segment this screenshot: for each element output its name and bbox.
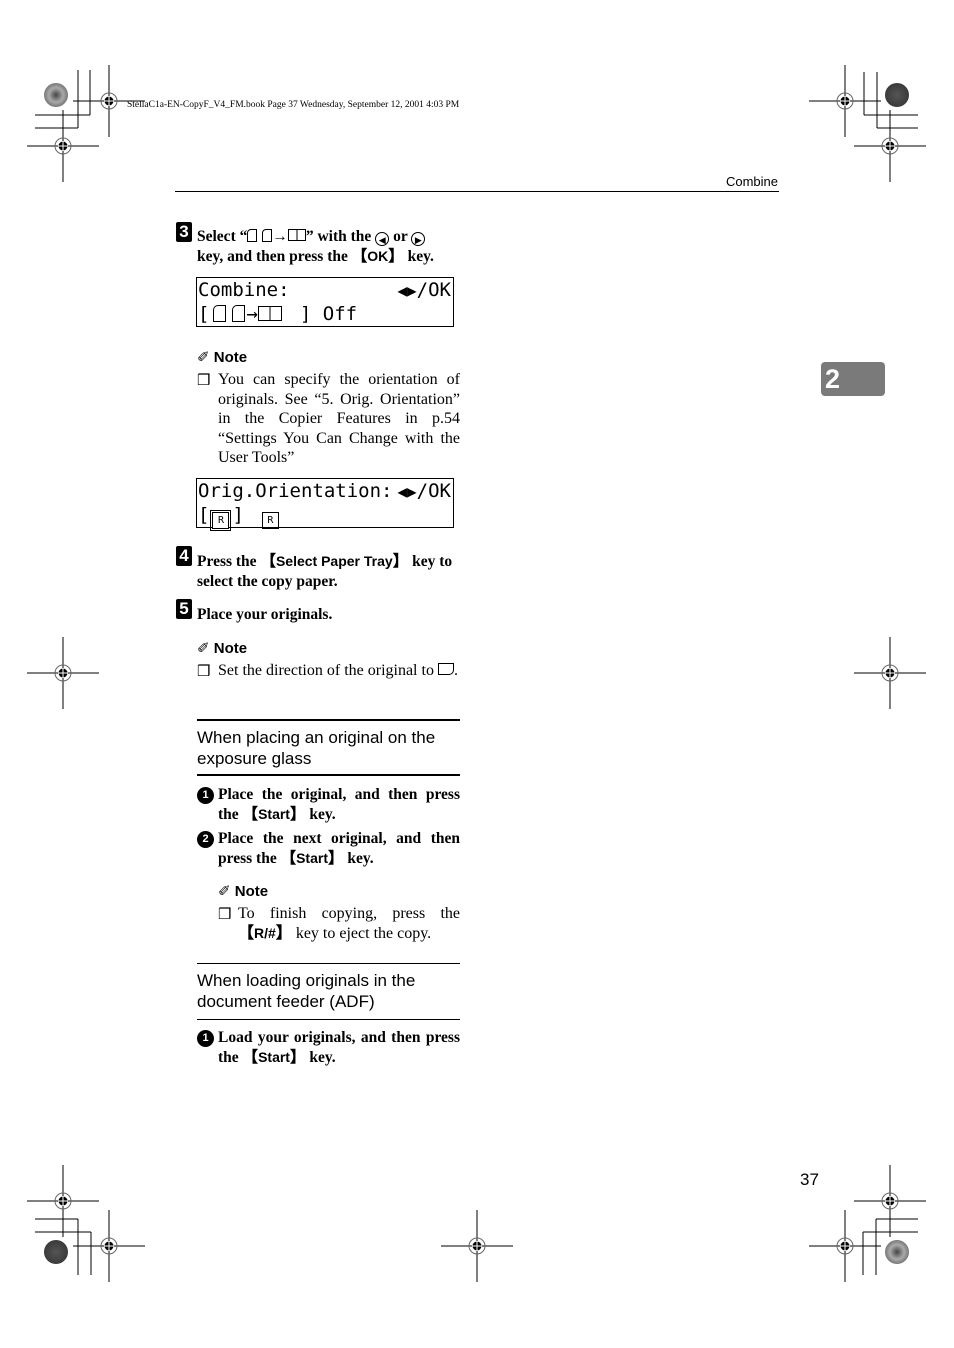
lcd-line-1-left: Combine: — [198, 279, 290, 301]
start-key-label: Start — [258, 1048, 290, 1065]
registration-mark-icon — [853, 1164, 927, 1238]
color-wheel-icon — [44, 83, 68, 107]
chapter-tab: 2 — [821, 362, 885, 396]
sub-step-text: Load your originals, and then press the … — [218, 1029, 460, 1066]
section-heading-adf: When loading originals in the document f… — [197, 971, 416, 1011]
registration-mark-icon — [440, 1209, 514, 1283]
lcd-display-orientation: Orig.Orientation: ◀▶/OK [R] R — [196, 478, 454, 531]
orientation-readable-icon: R — [210, 510, 232, 531]
two-up-page-icon — [287, 229, 306, 241]
left-right-arrows-icon: ◀▶ — [397, 281, 417, 300]
printer-marks — [26, 64, 927, 1283]
orientation-rotated-icon: R — [261, 512, 279, 529]
running-head: Combine — [725, 174, 778, 189]
header-rule — [175, 191, 779, 192]
step-number-badge: 5 — [176, 599, 192, 619]
corner-mark-bottom-left — [26, 1164, 146, 1283]
lcd-display-combine: Combine: ◀▶/OK [→] Off — [196, 277, 454, 327]
sub-step-text: Place the next original, and then press … — [218, 830, 460, 867]
note-heading: ✐ Note — [197, 349, 248, 366]
section-rule — [197, 719, 460, 721]
registration-mark-icon — [26, 109, 100, 183]
checkbox-bullet-icon: ❒ — [197, 664, 211, 680]
reset-key-label: R/# — [254, 924, 276, 941]
left-right-arrows-icon: ◀▶ — [397, 482, 417, 501]
checkbox-bullet-icon: ❒ — [218, 907, 232, 923]
note-text: To finish copying, press the 【R/#】 key t… — [238, 905, 460, 942]
left-arrow-key-icon: ◀ — [375, 232, 390, 246]
section-rule — [197, 1019, 460, 1020]
arrow-right-icon: → — [272, 228, 288, 245]
sub-step-text: Place the original, and then press the 【… — [218, 786, 460, 823]
step-number-badge: 4 — [176, 546, 192, 566]
lcd-line-2: [R] R — [198, 503, 279, 531]
portrait-page-icon — [213, 305, 227, 322]
portrait-page-icon — [262, 229, 273, 242]
checkbox-bullet-icon: ❒ — [197, 373, 211, 389]
lcd-line-2: [→] Off — [198, 303, 358, 325]
portrait-page-icon — [247, 229, 258, 242]
pencil-icon: ✐ — [218, 883, 231, 900]
lcd-line-1-right: ◀▶/OK — [397, 480, 451, 502]
section-rule — [197, 774, 460, 776]
section-rule — [197, 963, 460, 964]
start-key-label: Start — [296, 849, 328, 866]
sub-step-number-badge: 2 — [197, 831, 214, 848]
step-3-text: Select “→” with the ◀ or ▶ key, and then… — [197, 228, 434, 265]
portrait-page-icon — [232, 305, 246, 322]
section-heading-exposure-glass: When placing an original on the exposure… — [197, 728, 436, 768]
note-heading: ✐ Note — [197, 640, 248, 657]
registration-mark-icon — [808, 1209, 882, 1283]
registration-mark-icon — [853, 109, 927, 183]
select-paper-tray-key-label: Select Paper Tray — [275, 553, 393, 569]
registration-mark-icon — [72, 1209, 146, 1283]
file-header: StellaC1a-EN-CopyF_V4_FM.book Page 37 We… — [127, 100, 460, 110]
sub-step-number-badge: 1 — [197, 787, 214, 804]
note-text: Set the direction of the original to . — [218, 662, 458, 679]
registration-mark-icon — [853, 636, 927, 710]
corner-mark-bottom-right — [808, 1164, 927, 1283]
note-heading: ✐ Note — [218, 883, 269, 900]
color-wheel-icon — [44, 1240, 68, 1264]
page-number: 37 — [800, 1170, 819, 1189]
start-key-label: Start — [258, 805, 290, 822]
pencil-icon: ✐ — [197, 640, 210, 657]
corner-mark-top-right — [808, 64, 927, 183]
sub-step-number-badge: 1 — [197, 1030, 214, 1047]
registration-mark-icon — [808, 64, 882, 138]
color-wheel-icon — [885, 1240, 909, 1264]
lcd-line-1-left: Orig.Orientation: — [198, 480, 393, 502]
registration-mark-icon — [26, 636, 100, 710]
note-text: You can specify the orientation of origi… — [218, 371, 460, 466]
color-wheel-icon — [885, 83, 909, 107]
registration-mark-icon — [26, 1164, 100, 1238]
original-orientation-icon — [437, 663, 454, 675]
step-5-text: Place your originals. — [197, 606, 333, 623]
lcd-line-1-right: ◀▶/OK — [397, 279, 451, 301]
pencil-icon: ✐ — [197, 349, 210, 366]
arrow-right-icon: → — [246, 303, 258, 325]
corner-mark-top-left — [26, 64, 146, 183]
ok-key-label: OK — [367, 247, 389, 264]
step-4-text: Press the 【Select Paper Tray】 key to sel… — [197, 553, 453, 590]
right-arrow-key-icon: ▶ — [411, 232, 426, 246]
step-number-badge: 3 — [176, 222, 192, 242]
two-up-page-icon — [257, 306, 282, 321]
